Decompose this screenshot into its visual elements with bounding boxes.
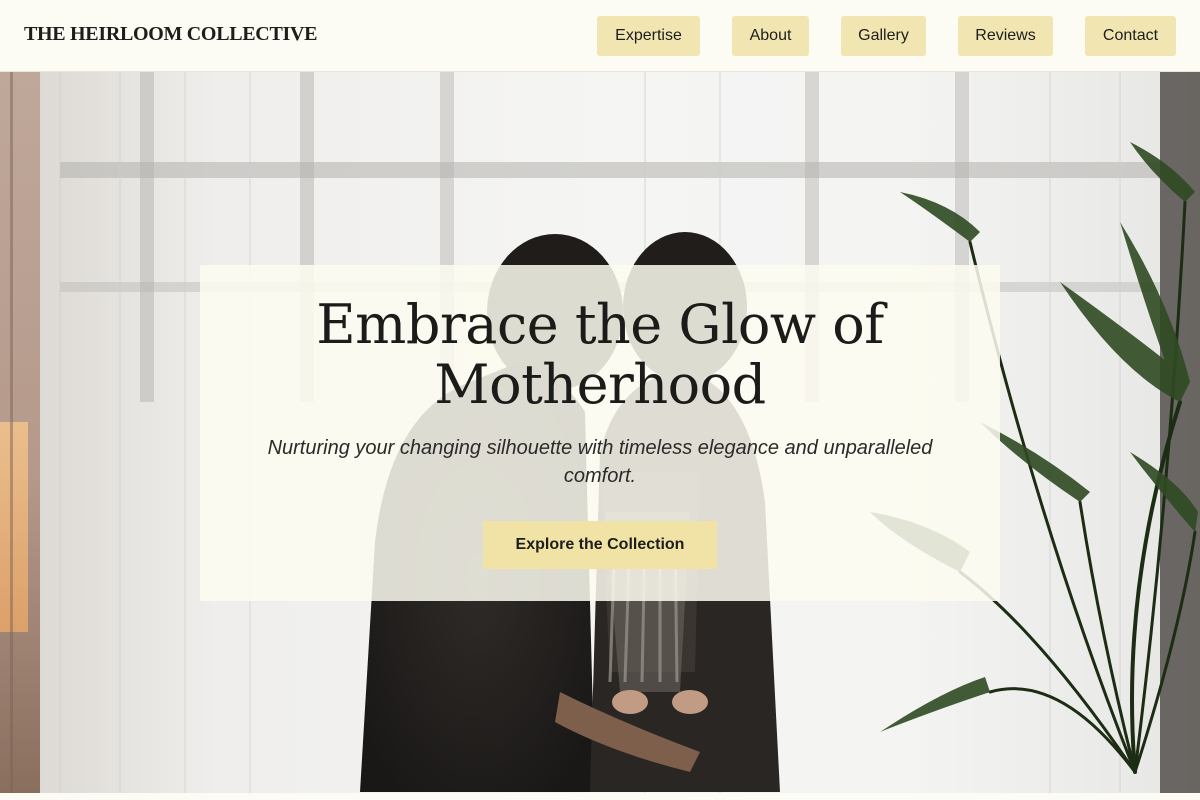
nav-expertise-button[interactable]: Expertise [597, 16, 700, 56]
nav-reviews-button[interactable]: Reviews [958, 16, 1053, 56]
hero-subtitle: Nurturing your changing silhouette with … [267, 437, 933, 487]
nav-gallery-button[interactable]: Gallery [841, 16, 926, 56]
hero-section: Embrace the Glow of Motherhood Nurturing… [0, 72, 1200, 793]
page-bottom-strip [0, 793, 1200, 800]
site-header: THE HEIRLOOM COLLECTIVE Expertise About … [0, 0, 1200, 72]
explore-collection-button[interactable]: Explore the Collection [483, 521, 717, 569]
hero-title: Embrace the Glow of Motherhood [316, 293, 884, 416]
nav-about-button[interactable]: About [732, 16, 809, 56]
nav-contact-button[interactable]: Contact [1085, 16, 1176, 56]
brand-logo-text[interactable]: THE HEIRLOOM COLLECTIVE [24, 23, 317, 46]
hero-overlay-panel: Embrace the Glow of Motherhood Nurturing… [200, 265, 1000, 601]
